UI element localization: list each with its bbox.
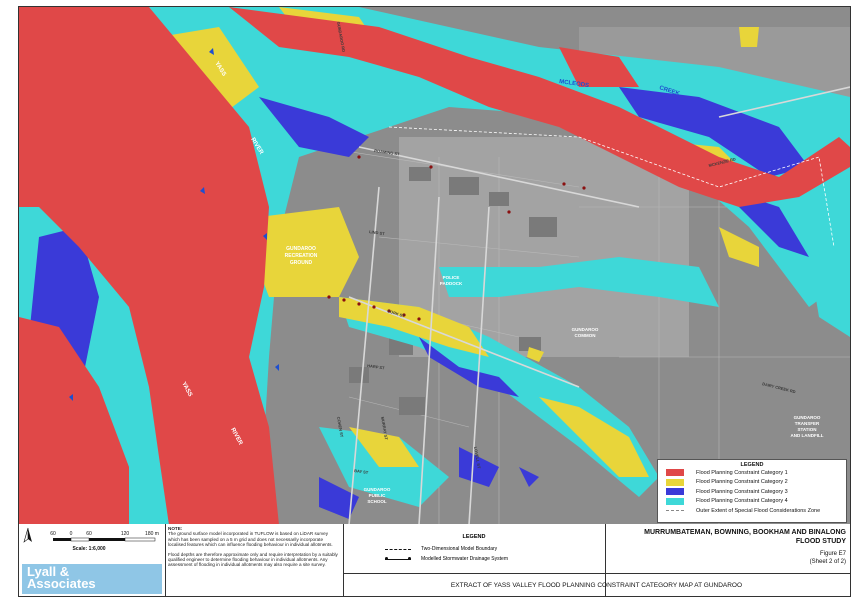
scale-tick-4: 120	[121, 531, 130, 537]
legend-item-category-4: Flood Planning Constraint Category 4	[666, 497, 846, 507]
scale-tick-5: 180 m	[145, 531, 159, 537]
note-paragraph-2: Flood depths are therefore approximate o…	[168, 551, 338, 568]
scale-tick-1: 60	[50, 531, 56, 537]
scale-tick-2: 0	[70, 531, 73, 537]
legend-item-outer-extent: Outer Extent of Special Flood Considerat…	[666, 506, 846, 516]
school-line-1: GUNDAROO	[364, 487, 391, 492]
legend-swatch-category-2	[666, 478, 684, 486]
note-paragraph-1: The ground surface model incorporated in…	[168, 531, 333, 548]
legend-item-category-2: Flood Planning Constraint Category 2	[666, 478, 846, 488]
legend-label-stormwater: Modelled Stormwater Drainage System	[421, 556, 508, 562]
legend-item-category-1: Flood Planning Constraint Category 1	[666, 468, 846, 478]
legend-label-outer-extent: Outer Extent of Special Flood Considerat…	[696, 507, 821, 514]
legend-pit-icon-left	[385, 557, 388, 560]
recreation-ground-line-1: GUNDAROO	[286, 246, 316, 252]
figure-number: Figure E7	[819, 551, 846, 557]
transfer-line-4: AND LANDFILL	[791, 433, 824, 438]
transfer-line-1: GUNDAROO	[794, 415, 821, 420]
common-line-1: GUNDAROO	[572, 327, 599, 332]
project-title: MURRUMBATEMAN, BOWNING, BOOKHAM AND BINA…	[644, 529, 846, 536]
flood-map[interactable]: YASS RIVER YASS RIVER MCLEODS CREEK GUND…	[18, 6, 851, 526]
map-legend: LEGEND Flood Planning Constraint Categor…	[657, 459, 847, 523]
scale-graphic: 60 0 60 120 180 m Scale: 1:6,000	[23, 527, 159, 552]
school-line-2: PUBLIC	[369, 493, 387, 498]
legend-line-stormwater	[385, 557, 411, 560]
map-sheet: YASS RIVER YASS RIVER MCLEODS CREEK GUND…	[0, 0, 855, 600]
scale-tick-3: 60	[86, 531, 92, 537]
recreation-ground-line-2: RECREATION	[285, 253, 318, 259]
legend-label-category-1: Flood Planning Constraint Category 1	[696, 469, 788, 476]
label-common: GUNDAROO COMMON	[572, 327, 599, 338]
figure-caption-box: EXTRACT OF YASS VALLEY FLOOD PLANNING CO…	[343, 573, 850, 597]
company-logo: Lyall & Associates	[22, 564, 162, 594]
legend-label-category-2: Flood Planning Constraint Category 2	[696, 479, 788, 486]
scale-bar	[53, 537, 156, 542]
transfer-line-2: TRANSFER	[795, 421, 820, 426]
school-line-3: SCHOOL	[367, 499, 387, 504]
legend-item-model-boundary: Two-Dimensional Model Boundary	[385, 546, 497, 552]
legend-swatch-category-1	[666, 469, 684, 477]
common-line-2: COMMON	[575, 333, 596, 338]
boundary-legend-title: LEGEND	[462, 534, 486, 540]
legend-item-category-3: Flood Planning Constraint Category 3	[666, 487, 846, 497]
footer-panel: 60 0 60 120 180 m Scale: 1:6,000 Lyall &…	[18, 524, 851, 597]
legend-label-model-boundary: Two-Dimensional Model Boundary	[421, 546, 498, 552]
legend-swatch-category-3	[666, 488, 684, 496]
legend-label-category-3: Flood Planning Constraint Category 3	[696, 488, 788, 495]
legend-line-model-boundary	[385, 548, 411, 550]
project-subtitle: FLOOD STUDY	[795, 538, 846, 545]
scale-box: 60 0 60 120 180 m Scale: 1:6,000 Lyall &…	[19, 524, 166, 596]
legend-pit-icon-right	[408, 557, 411, 560]
north-arrow-icon	[23, 527, 32, 543]
map-canvas: YASS RIVER YASS RIVER MCLEODS CREEK GUND…	[19, 7, 850, 525]
legend-swatch-category-4	[666, 497, 684, 505]
transfer-line-3: STATION	[797, 427, 816, 432]
legend-item-stormwater: Modelled Stormwater Drainage System	[385, 556, 508, 562]
figure-caption: EXTRACT OF YASS VALLEY FLOOD PLANNING CO…	[450, 582, 743, 589]
police-paddock-line-1: POLICE	[443, 275, 460, 280]
legend-swatch-outer-extent	[666, 510, 684, 512]
sheet-number: (Sheet 2 of 2)	[809, 558, 846, 565]
scale-ratio-text: Scale: 1:6,000	[72, 546, 105, 552]
recreation-ground-line-3: GROUND	[290, 260, 313, 266]
company-name-line-2: Associates	[27, 576, 96, 591]
legend-label-category-4: Flood Planning Constraint Category 4	[696, 498, 788, 505]
company-name: Lyall & Associates	[27, 565, 96, 591]
police-paddock-line-2: PADDOCK	[440, 281, 463, 286]
note-box: NOTE: The ground surface model incorpora…	[165, 524, 344, 596]
